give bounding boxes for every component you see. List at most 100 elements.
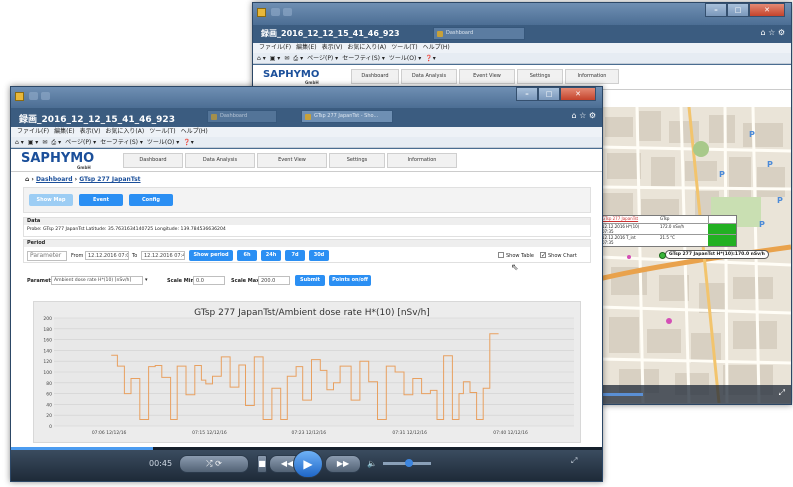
print-icon[interactable]: ⎙ ▾	[51, 139, 61, 146]
breadcrumb-dashboard[interactable]: Dashboard	[36, 176, 73, 183]
y-tick-label: 100	[43, 370, 52, 376]
feed-icon[interactable]: ▣ ▾	[270, 55, 281, 62]
points-toggle-button[interactable]: Points on/off	[329, 275, 371, 286]
menu-file[interactable]: ファイル(F)	[17, 128, 49, 135]
shuffle-repeat-group[interactable]: ⤮ ⟳	[179, 455, 249, 473]
nav-data-analysis[interactable]: Data Analysis	[401, 69, 457, 84]
feed-icon[interactable]: ▣ ▾	[28, 139, 39, 146]
nav-dashboard[interactable]: Dashboard	[123, 153, 183, 168]
menu-edit[interactable]: 編集(E)	[54, 128, 74, 135]
range-6h-button[interactable]: 6h	[237, 250, 257, 261]
print-icon[interactable]: ⎙ ▾	[293, 55, 303, 62]
from-label: From	[71, 253, 84, 259]
help-icon[interactable]: ❓▾	[425, 55, 435, 62]
page-menu[interactable]: ページ(P) ▾	[307, 55, 338, 62]
close-button[interactable]: ✕	[560, 87, 596, 101]
shuffle-icon[interactable]: ⤮	[206, 459, 212, 468]
y-tick-label: 20	[46, 413, 52, 419]
from-date-input[interactable]: 12.12.2016 07:0(	[85, 251, 129, 260]
volume-knob[interactable]	[405, 459, 413, 467]
front-tab-dashboard[interactable]: Dashboard	[207, 110, 277, 123]
nav-data-analysis[interactable]: Data Analysis	[185, 153, 255, 168]
front-menu-bar: ファイル(F) 編集(E) 表示(V) お気に入り(A) ツール(T) ヘルプ(H)	[11, 127, 602, 137]
minimize-button[interactable]: –	[516, 87, 538, 101]
stop-button[interactable]: ■	[257, 455, 267, 473]
home-icon[interactable]: ⌂ ☆ ⚙	[571, 111, 596, 120]
nav-event-view[interactable]: Event View	[257, 153, 327, 168]
fullscreen-icon[interactable]: ⤢	[571, 456, 577, 466]
station-info-popup: GTsp 277 JapanTst GTsp 12.12.2016 07:35 H*…	[601, 215, 737, 247]
safety-menu[interactable]: セーフティ(S) ▾	[342, 55, 385, 62]
back-tab-dashboard[interactable]: Dashboard	[433, 27, 525, 40]
maximize-button[interactable]: □	[538, 87, 560, 101]
show-table-checkbox[interactable]	[498, 252, 504, 258]
front-browser-window[interactable]: – □ ✕ 録画_2016_12_12_15_41_46_923 Dashboa…	[10, 86, 603, 482]
config-button[interactable]: Config	[129, 194, 173, 206]
range-30d-button[interactable]: 30d	[309, 250, 329, 261]
scale-min-input[interactable]: 0.0	[193, 276, 225, 285]
status-ok-indicator	[708, 224, 736, 234]
breadcrumb-station[interactable]: GTsp 277 JapanTst	[79, 176, 140, 183]
popup-station-link[interactable]: GTsp 277 JapanTst	[602, 216, 660, 223]
back-title-bar[interactable]: – □ ✕	[253, 3, 791, 25]
page-menu[interactable]: ページ(P) ▾	[65, 139, 96, 146]
tab-favicon-icon	[437, 31, 443, 37]
menu-help[interactable]: ヘルプ(H)	[181, 128, 208, 135]
back-seek-bar[interactable]	[603, 393, 643, 396]
menu-file[interactable]: ファイル(F)	[259, 44, 291, 51]
nav-settings[interactable]: Settings	[329, 153, 385, 168]
mail-icon[interactable]: ✉	[284, 55, 289, 62]
volume-icon[interactable]: 🔈	[367, 459, 377, 468]
fullscreen-icon[interactable]: ⤢	[779, 388, 785, 398]
show-chart-checkbox[interactable]: ✓	[540, 252, 546, 259]
scale-max-input[interactable]: 200.0	[258, 276, 290, 285]
menu-edit[interactable]: 編集(E)	[296, 44, 316, 51]
repeat-icon[interactable]: ⟳	[215, 459, 222, 468]
nav-information[interactable]: Information	[565, 69, 619, 84]
close-button[interactable]: ✕	[749, 3, 785, 17]
play-button[interactable]: ▶	[293, 450, 323, 478]
safety-menu[interactable]: セーフティ(S) ▾	[100, 139, 143, 146]
to-date-input[interactable]: 12.12.2016 07:4(	[141, 251, 185, 260]
front-tab-station[interactable]: GTsp 277 JapanTst - Sho...	[301, 110, 393, 123]
next-button[interactable]: ▶▶	[325, 455, 361, 473]
app-icon	[257, 8, 266, 17]
menu-tools[interactable]: ツール(T)	[149, 128, 175, 135]
volume-slider[interactable]	[383, 459, 431, 467]
menu-view[interactable]: 表示(V)	[80, 128, 101, 135]
range-7d-button[interactable]: 7d	[285, 250, 305, 261]
street-map[interactable]: P P P P P GTsp 277 JapanTst GTsp 12.12.2016 0…	[599, 107, 791, 403]
station-marker-icon[interactable]	[659, 252, 666, 259]
nav-settings[interactable]: Settings	[517, 69, 563, 84]
mail-icon[interactable]: ✉	[42, 139, 47, 146]
show-period-button[interactable]: Show period	[189, 250, 233, 261]
dose-rate-chart[interactable]: GTsp 277 JapanTst/Ambient dose rate H*(1…	[34, 302, 580, 442]
home-icon[interactable]: ⌂	[25, 176, 29, 183]
menu-favorites[interactable]: お気に入り(A)	[347, 44, 386, 51]
back-icon	[29, 92, 38, 100]
tools-menu[interactable]: ツール(O) ▾	[147, 139, 179, 146]
front-title-bar[interactable]: – □ ✕	[11, 87, 602, 108]
show-map-button[interactable]: Show Map	[29, 194, 73, 206]
help-icon[interactable]: ❓▾	[183, 139, 193, 146]
maximize-button[interactable]: □	[727, 3, 749, 17]
menu-help[interactable]: ヘルプ(H)	[423, 44, 450, 51]
tools-menu[interactable]: ツール(O) ▾	[389, 55, 421, 62]
nav-event-view[interactable]: Event View	[459, 69, 515, 84]
home-icon[interactable]: ⌂ ☆ ⚙	[760, 28, 785, 37]
nav-information[interactable]: Information	[387, 153, 457, 168]
parameter-select[interactable]: Parameter ▾	[27, 251, 67, 261]
menu-favorites[interactable]: お気に入り(A)	[105, 128, 144, 135]
menu-tools[interactable]: ツール(T)	[391, 44, 417, 51]
submit-button[interactable]: Submit	[295, 275, 325, 286]
nav-dashboard[interactable]: Dashboard	[351, 69, 399, 84]
range-24h-button[interactable]: 24h	[261, 250, 281, 261]
minimize-button[interactable]: –	[705, 3, 727, 17]
back-tabstrip: 録画_2016_12_12_15_41_46_923 Dashboard ⌂ ☆…	[253, 25, 791, 43]
event-button[interactable]: Event	[79, 194, 123, 206]
home-icon[interactable]: ⌂ ▾	[257, 55, 266, 62]
home-icon[interactable]: ⌂ ▾	[15, 139, 24, 146]
menu-view[interactable]: 表示(V)	[322, 44, 343, 51]
param-select[interactable]: Ambient dose rate H*(10) [nSv/h]	[51, 276, 143, 285]
station-marker-label[interactable]: GTsp 277 JapanTst H*(10):170.0 nSv/h	[665, 250, 769, 259]
